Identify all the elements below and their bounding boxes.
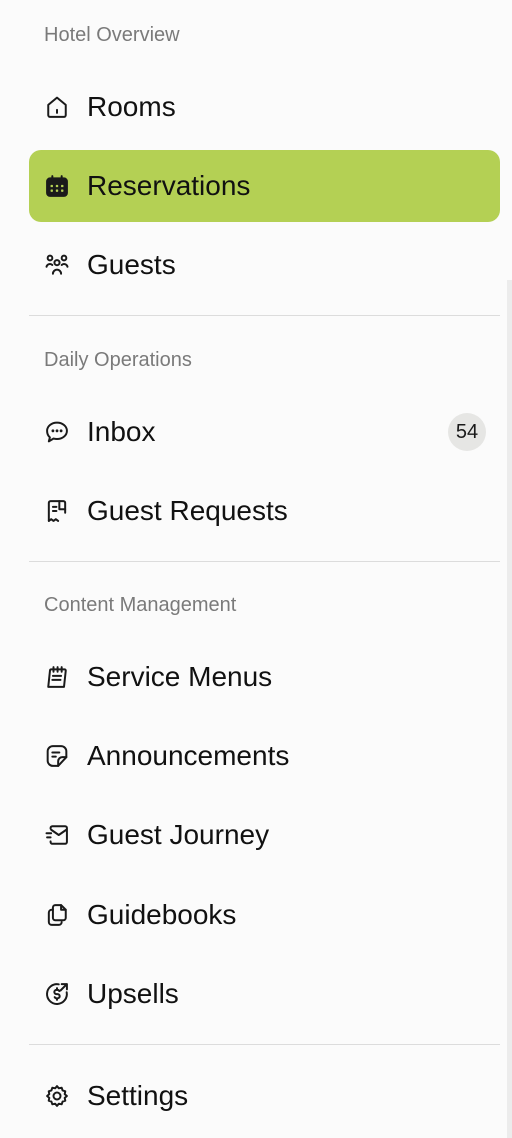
sidebar-item-label: Reservations [87, 170, 251, 201]
sidebar-item-guest-journey[interactable]: Guest Journey [29, 799, 500, 871]
sidebar-item-guests[interactable]: Guests [29, 229, 500, 301]
sidebar-nav: Hotel Overview Rooms Reservations Guests… [0, 0, 512, 1138]
section-label-hotel-overview: Hotel Overview [44, 24, 180, 46]
sidebar-item-label: Guest Requests [87, 495, 288, 526]
divider [29, 315, 500, 316]
sidebar-item-upsells[interactable]: Upsells [29, 958, 500, 1030]
sidebar-item-reservations[interactable]: Reservations [29, 150, 500, 222]
section-label-content-management: Content Management [44, 594, 237, 616]
sidebar-item-guest-requests[interactable]: Guest Requests [29, 475, 500, 547]
sidebar-item-label: Guidebooks [87, 899, 237, 930]
receipt-icon [43, 497, 71, 525]
sidebar-item-announcements[interactable]: Announcements [29, 720, 500, 792]
note-icon [43, 742, 71, 770]
sidebar-item-label: Guests [87, 249, 176, 280]
sidebar-item-guidebooks[interactable]: Guidebooks [29, 879, 500, 951]
sidebar-item-rooms[interactable]: Rooms [29, 71, 500, 143]
unread-count-badge: 54 [448, 413, 486, 451]
sidebar-item-settings[interactable]: Settings [29, 1060, 500, 1132]
sidebar-item-service-menus[interactable]: Service Menus [29, 641, 500, 713]
section-label-daily-operations: Daily Operations [44, 349, 192, 371]
sidebar-item-label: Service Menus [87, 661, 273, 692]
divider [29, 1044, 500, 1045]
mail-fast-icon [43, 821, 71, 849]
calendar-icon [43, 172, 71, 200]
home-icon [43, 93, 71, 121]
divider [29, 561, 500, 562]
sidebar-item-label: Guest Journey [87, 819, 270, 850]
gear-icon [43, 1082, 71, 1110]
sidebar-item-label: Upsells [87, 978, 179, 1009]
chat-icon [43, 418, 71, 446]
sidebar-item-inbox[interactable]: Inbox 54 [29, 396, 500, 468]
sidebar-item-label: Rooms [87, 91, 176, 122]
notepad-icon [43, 663, 71, 691]
sidebar-item-label: Inbox [87, 416, 156, 447]
dollar-circle-icon [43, 980, 71, 1008]
sidebar-item-label: Announcements [87, 740, 290, 771]
documents-icon [43, 901, 71, 929]
sidebar-item-label: Settings [87, 1080, 189, 1111]
scrollbar[interactable] [507, 280, 512, 1138]
users-icon [43, 251, 71, 279]
